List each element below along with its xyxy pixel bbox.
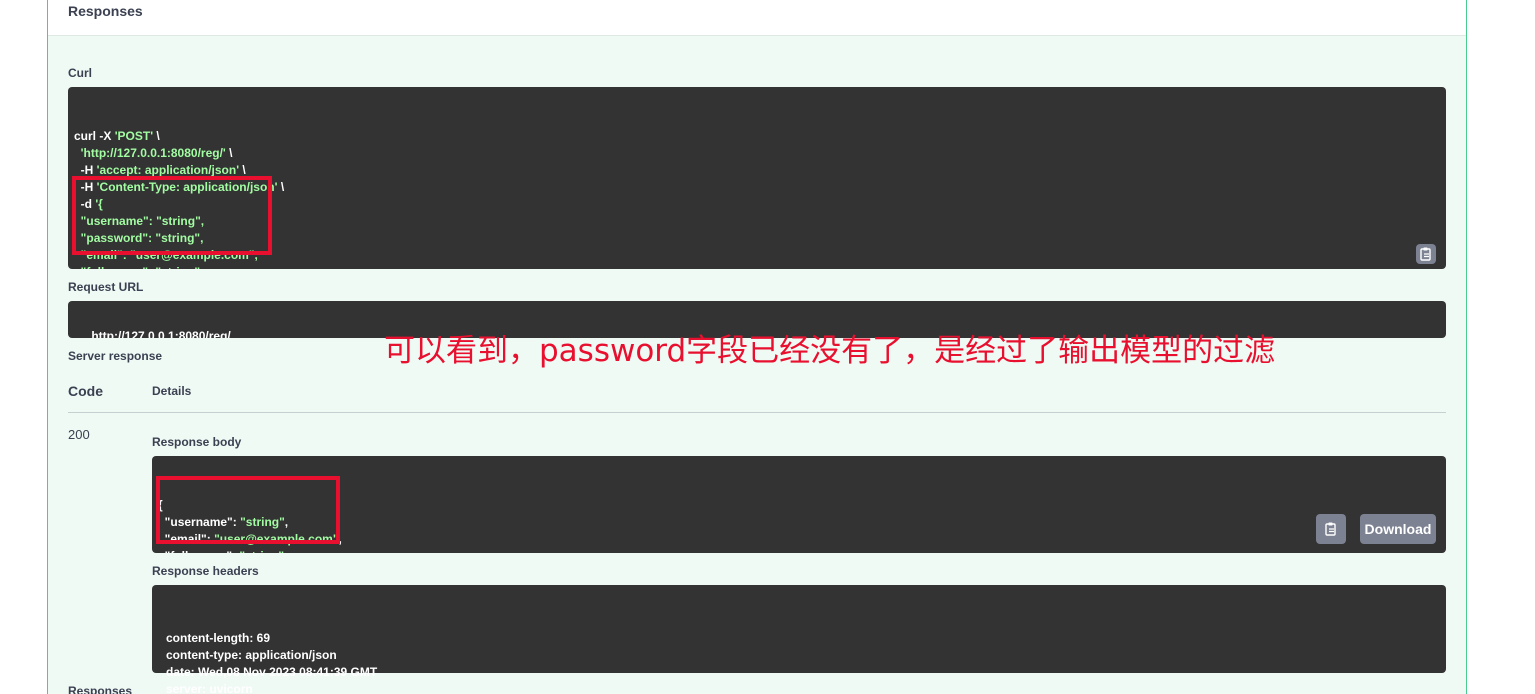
table-divider xyxy=(68,412,1446,413)
curl-line-prefix: curl -X xyxy=(74,129,115,143)
response-body-line: { xyxy=(158,497,1440,514)
json-value: "string" xyxy=(239,549,284,553)
copy-curl-button[interactable] xyxy=(1416,244,1436,264)
curl-label: Curl xyxy=(68,66,92,80)
curl-line: 'http://127.0.0.1:8080/reg/' \ xyxy=(74,145,1440,162)
curl-line-string: 'POST' xyxy=(114,129,154,143)
response-header-line: date: Wed,08 Nov 2023 08:41:39 GMT xyxy=(166,665,378,679)
response-body-block[interactable]: { "username": "string", "email": "user@e… xyxy=(152,456,1446,553)
request-url-value: http://127.0.0.1:8080/reg/ xyxy=(91,329,231,338)
server-response-label: Server response xyxy=(68,349,163,363)
curl-lines: curl -X 'POST' \ 'http://127.0.0.1:8080/… xyxy=(74,128,1440,269)
response-headers-label: Response headers xyxy=(152,564,259,578)
curl-line: "email": "user@example.com", xyxy=(74,247,1440,264)
responses-header: Responses xyxy=(48,0,1466,36)
curl-line-string: 'accept: application/json' xyxy=(96,163,240,177)
curl-line-prefix xyxy=(74,146,81,160)
download-button[interactable]: Download xyxy=(1360,514,1436,544)
details-column-header: Details xyxy=(152,384,192,398)
curl-code-block[interactable]: curl -X 'POST' \ 'http://127.0.0.1:8080/… xyxy=(68,87,1446,269)
code-column-header: Code xyxy=(68,383,103,399)
curl-line-suffix: \ xyxy=(239,163,246,177)
curl-body-highlight xyxy=(72,176,272,255)
response-body-lines: { "username": "string", "email": "user@e… xyxy=(158,497,1440,553)
clipboard-copy-icon xyxy=(1420,247,1431,261)
curl-line: -d '{ xyxy=(74,196,1440,213)
responses-bottom-label: Responses xyxy=(68,684,133,694)
curl-line-string: "full_name": "string" xyxy=(74,265,200,269)
curl-line: "full_name": "string" xyxy=(74,264,1440,269)
response-headers-block[interactable]: content-length: 69 content-type: applicat… xyxy=(152,585,1446,694)
annotation-text: 可以看到，password字段已经没有了，是经过了输出模型的过滤 xyxy=(384,333,1276,369)
curl-line-suffix: \ xyxy=(277,180,285,194)
response-body-line: "full_name": "string" xyxy=(158,548,1440,553)
curl-line: -H 'accept: application/json' \ xyxy=(74,162,1440,179)
copy-response-button[interactable] xyxy=(1316,514,1346,544)
response-body-label: Response body xyxy=(152,435,242,449)
response-header-line: content-length: 69 xyxy=(166,631,270,645)
curl-line: curl -X 'POST' \ xyxy=(74,128,1440,145)
json-key: "full_name": xyxy=(158,549,239,553)
response-header-lines: content-length: 69 content-type: applicat… xyxy=(166,630,1432,694)
response-body-line: "username": "string", xyxy=(158,514,1440,531)
response-header-line: server: uvicorn xyxy=(166,682,253,694)
response-code: 200 xyxy=(68,427,90,442)
curl-line: -H 'Content-Type: application/json' \ xyxy=(74,179,1440,196)
response-body-line: "email": "user@example.com", xyxy=(158,531,1440,548)
curl-line: "password": "string", xyxy=(74,230,1440,247)
curl-line: "username": "string", xyxy=(74,213,1440,230)
curl-line-suffix: \ xyxy=(153,129,160,143)
curl-line-suffix: \ xyxy=(225,146,233,160)
response-body-highlight xyxy=(156,476,340,544)
responses-title: Responses xyxy=(68,3,143,19)
request-url-label: Request URL xyxy=(68,280,144,294)
curl-line-string: 'http://127.0.0.1:8080/reg/' xyxy=(80,146,226,160)
response-header-line: content-type: application/json xyxy=(166,648,337,662)
clipboard-copy-icon xyxy=(1325,522,1336,536)
curl-line-prefix: -H xyxy=(74,163,97,177)
